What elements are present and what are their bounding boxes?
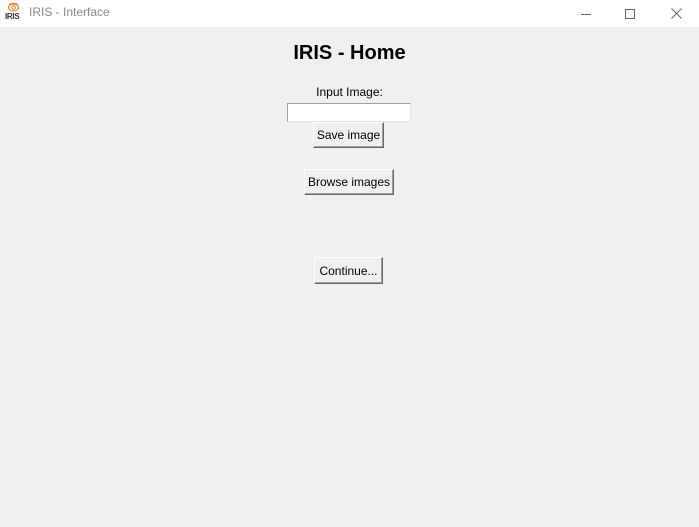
maximize-icon — [625, 8, 635, 19]
logo-text: IRIS — [5, 12, 20, 21]
eye-icon — [8, 3, 19, 12]
save-image-button[interactable]: Save image — [313, 122, 384, 148]
close-button[interactable] — [653, 0, 699, 27]
input-image-field[interactable] — [287, 103, 411, 122]
minimize-icon — [581, 13, 591, 15]
title-bar[interactable]: IRIS IRIS - Interface — [0, 0, 699, 27]
iris-logo-icon: IRIS — [5, 3, 23, 23]
continue-button[interactable]: Continue... — [314, 257, 383, 284]
browse-images-button[interactable]: Browse images — [304, 169, 394, 195]
page-title: IRIS - Home — [293, 42, 406, 64]
maximize-button[interactable] — [607, 0, 653, 27]
close-icon — [670, 8, 682, 19]
minimize-button[interactable] — [563, 0, 609, 27]
window-title: IRIS - Interface — [29, 5, 110, 19]
input-image-label: Input Image: — [316, 85, 383, 99]
